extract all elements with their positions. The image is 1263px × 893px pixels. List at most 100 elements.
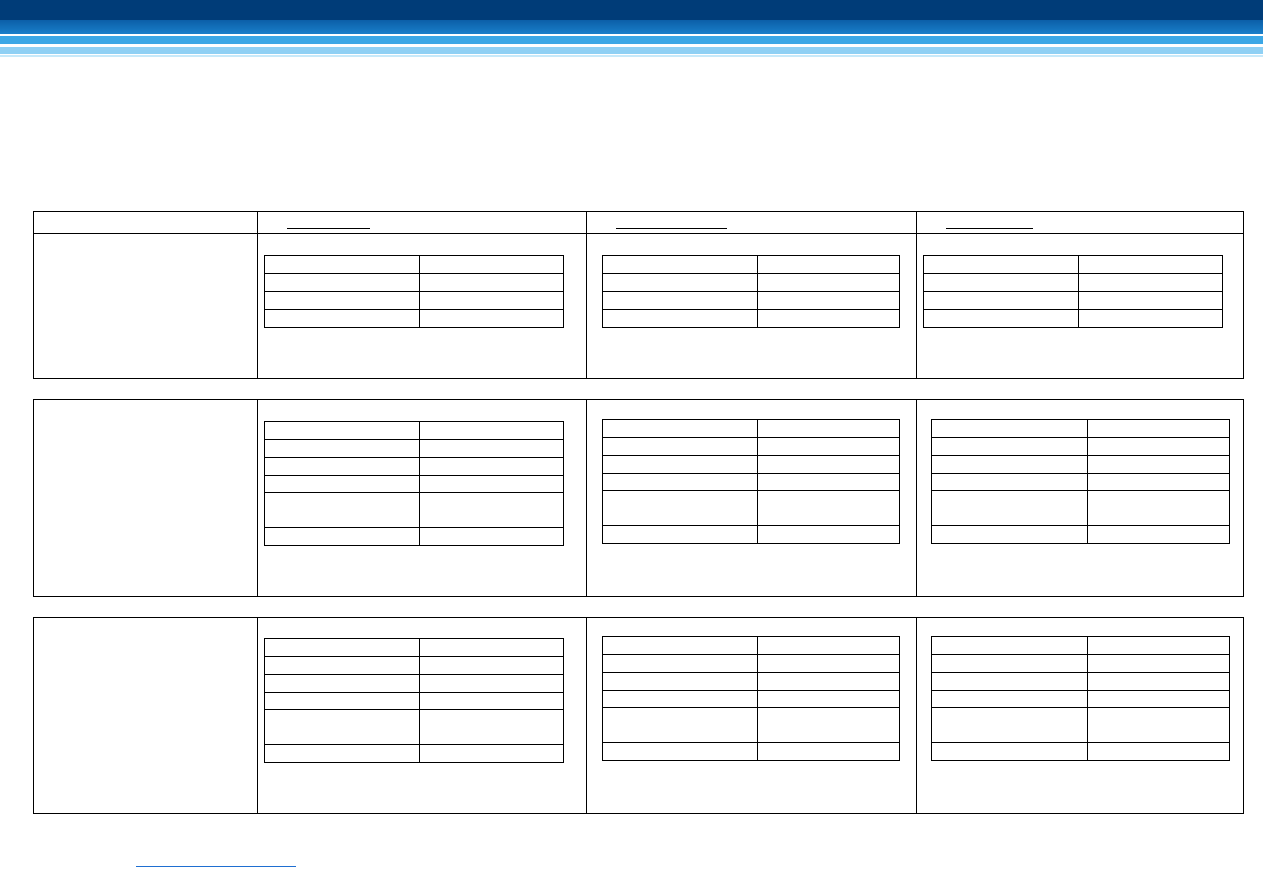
column-heading-underline [287, 228, 370, 229]
table-cell [931, 419, 1088, 438]
table-cell [602, 636, 758, 655]
table-cell [602, 672, 758, 691]
table-cell [1087, 654, 1230, 673]
table-cell [931, 654, 1088, 673]
column-divider [257, 400, 258, 596]
table-cell [931, 437, 1088, 456]
comparison-panel-1 [33, 211, 1244, 379]
table-cell [757, 490, 900, 526]
table-cell [264, 291, 420, 310]
table-cell [419, 309, 564, 328]
footer-link[interactable] [136, 852, 296, 866]
table-cell [931, 455, 1088, 474]
table-cell [757, 690, 900, 708]
table-cell [1087, 437, 1230, 456]
table-cell [419, 692, 564, 710]
table-cell [931, 742, 1088, 761]
table-cell [602, 309, 758, 328]
table-cell [1087, 742, 1230, 761]
column-divider [586, 618, 587, 813]
spec-table [264, 638, 564, 763]
table-cell [1078, 273, 1223, 292]
panel-header-divider [34, 233, 1243, 234]
spec-table [931, 419, 1230, 544]
table-cell [757, 654, 900, 673]
table-cell [602, 291, 758, 310]
table-cell [264, 744, 420, 763]
column-divider [586, 400, 587, 596]
table-cell [419, 492, 564, 528]
table-cell [602, 690, 758, 708]
table-cell [923, 309, 1079, 328]
table-cell [757, 437, 900, 456]
table-cell [602, 525, 758, 544]
table-cell [757, 455, 900, 474]
column-divider [257, 212, 258, 378]
table-cell [264, 527, 420, 546]
table-cell [1087, 455, 1230, 474]
spec-table [602, 255, 900, 328]
spec-table [923, 255, 1223, 328]
table-cell [419, 744, 564, 763]
table-cell [602, 437, 758, 456]
table-cell [419, 656, 564, 675]
table-cell [931, 490, 1088, 526]
table-cell [264, 421, 420, 440]
column-heading-underline [946, 228, 1033, 229]
table-cell [757, 742, 900, 761]
table-cell [1078, 291, 1223, 310]
table-cell [1087, 690, 1230, 708]
spec-table [602, 636, 900, 761]
comparison-panel-3 [33, 617, 1244, 814]
table-cell [264, 709, 420, 745]
table-cell [931, 707, 1088, 743]
table-cell [602, 707, 758, 743]
table-cell [264, 638, 420, 657]
header-stripe-dark [0, 0, 1263, 20]
header-stripe-pale [0, 55, 1263, 57]
table-cell [419, 291, 564, 310]
column-divider [586, 212, 587, 378]
table-cell [419, 638, 564, 657]
table-cell [923, 273, 1079, 292]
table-cell [264, 656, 420, 675]
table-cell [931, 636, 1088, 655]
footer-link-underline [136, 866, 296, 867]
table-cell [757, 273, 900, 292]
table-cell [757, 672, 900, 691]
table-cell [602, 654, 758, 673]
table-cell [419, 255, 564, 274]
column-divider [916, 618, 917, 813]
table-cell [419, 273, 564, 292]
table-cell [1078, 309, 1223, 328]
table-cell [264, 674, 420, 693]
table-cell [264, 457, 420, 476]
table-cell [931, 473, 1088, 491]
table-cell [757, 255, 900, 274]
table-cell [602, 273, 758, 292]
table-cell [1087, 707, 1230, 743]
table-cell [264, 255, 420, 274]
table-cell [757, 291, 900, 310]
table-cell [1087, 473, 1230, 491]
table-cell [264, 492, 420, 528]
table-cell [602, 473, 758, 491]
table-cell [419, 421, 564, 440]
table-cell [1087, 525, 1230, 544]
header-banner [0, 0, 1263, 60]
spec-table [602, 419, 900, 544]
table-cell [264, 273, 420, 292]
table-cell [1087, 419, 1230, 438]
table-cell [602, 742, 758, 761]
column-divider [916, 212, 917, 378]
column-divider [916, 400, 917, 596]
table-cell [419, 709, 564, 745]
table-cell [602, 419, 758, 438]
table-cell [1087, 490, 1230, 526]
table-cell [931, 672, 1088, 691]
spec-table [931, 636, 1230, 761]
table-cell [264, 309, 420, 328]
spec-table [264, 421, 564, 546]
table-cell [757, 473, 900, 491]
table-cell [602, 490, 758, 526]
